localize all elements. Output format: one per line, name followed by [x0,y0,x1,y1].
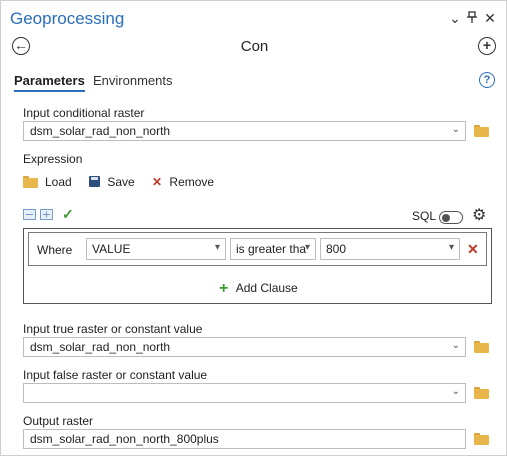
remove-clause-icon[interactable]: ✕ [467,241,479,258]
tab-environments[interactable]: Environments [93,73,172,88]
plus-icon: + [219,280,229,297]
operator-select[interactable]: is greater tha ▾ [230,238,316,260]
folder-icon[interactable] [474,125,489,137]
gear-icon[interactable]: ⚙ [472,205,486,225]
input-false-field[interactable]: ⌄ [23,383,466,403]
input-true-field[interactable]: dsm_solar_rad_non_north ⌄ [23,337,466,357]
help-icon[interactable]: ? [479,72,495,88]
input-true-value: dsm_solar_rad_non_north [30,340,171,354]
output-raster-value: dsm_solar_rad_non_north_800plus [30,432,219,446]
input-conditional-raster-value: dsm_solar_rad_non_north [30,124,171,138]
sql-toggle[interactable] [439,211,463,224]
chevron-down-icon[interactable]: ⌄ [452,386,460,397]
pane-title: Geoprocessing [10,9,125,28]
input-true-label: Input true raster or constant value [23,322,203,336]
save-button[interactable]: Save [89,175,135,189]
remove-button[interactable]: ✕ Remove [152,175,214,189]
operator-value: is greater tha [236,242,307,256]
verify-check-icon[interactable]: ✓ [62,206,74,223]
geoprocessing-pane: Geoprocessing ⌄ ✕ ← Con + Parameters Env… [0,0,507,456]
remove-icon: ✕ [152,175,163,189]
chevron-down-icon[interactable]: ▾ [215,242,220,253]
add-clause-label: Add Clause [235,281,298,295]
add-icon[interactable]: + [478,37,496,55]
chevron-down-icon[interactable]: ⌄ [452,124,460,135]
folder-icon[interactable] [474,341,489,353]
clause-mode-icon[interactable] [23,209,36,223]
value-select[interactable]: 800 ▾ [320,238,460,260]
expression-label: Expression [23,152,83,166]
folder-icon[interactable] [474,433,489,445]
chevron-down-icon[interactable]: ⌄ [452,340,460,351]
add-clause-button[interactable]: + Add Clause [219,280,298,298]
where-label: Where [37,243,73,257]
close-icon[interactable]: ✕ [482,10,498,27]
clause-value: 800 [326,242,347,256]
chevron-down-icon[interactable]: ▾ [305,242,310,253]
output-raster-field[interactable]: dsm_solar_rad_non_north_800plus [23,429,466,449]
output-raster-label: Output raster [23,414,94,428]
input-false-label: Input false raster or constant value [23,368,208,382]
sql-mode-icon[interactable] [40,209,53,223]
load-folder-icon [23,176,38,188]
field-select[interactable]: VALUE ▾ [86,238,226,260]
load-label: Load [45,175,72,189]
save-label: Save [107,175,135,189]
load-button[interactable]: Load [23,175,72,189]
input-conditional-raster-label: Input conditional raster [23,106,145,120]
field-value: VALUE [92,242,131,256]
chevron-down-icon[interactable]: ▾ [449,242,454,253]
input-conditional-raster-field[interactable]: dsm_solar_rad_non_north ⌄ [23,121,466,141]
tool-title: Con [240,38,269,55]
remove-label: Remove [169,175,215,189]
sql-label: SQL [412,209,437,223]
tab-parameters[interactable]: Parameters [14,73,85,92]
folder-icon[interactable] [474,387,489,399]
save-icon [89,176,100,187]
pane-menu-icon[interactable]: ⌄ [447,10,463,27]
pin-icon[interactable] [464,10,480,26]
